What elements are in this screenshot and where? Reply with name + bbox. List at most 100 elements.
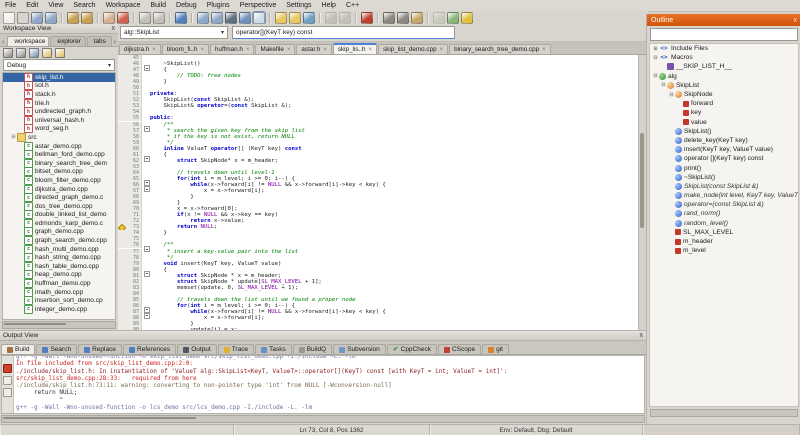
highlight-icon[interactable]	[117, 11, 129, 24]
open-folder-icon[interactable]	[289, 11, 301, 24]
menu-help[interactable]: Help	[317, 2, 341, 9]
expander-icon[interactable]: ⊟	[660, 82, 667, 88]
stop-icon[interactable]	[461, 11, 473, 24]
reload-all-icon[interactable]	[81, 11, 93, 24]
tree-item-huffman-demo-cpp[interactable]: c huffman_demo.cpp	[3, 279, 115, 289]
tree-item-universal-hash-h[interactable]: h universal_hash.h	[3, 115, 115, 125]
menu-perspective[interactable]: Perspective	[235, 2, 282, 9]
back-icon[interactable]	[139, 11, 151, 24]
sidebar-tab-explorer[interactable]: explorer	[50, 36, 86, 46]
collapse-all-icon[interactable]	[3, 47, 13, 58]
outline-item-SkipList-const-SkipList-[interactable]: SkipList(const SkipList &)	[650, 182, 798, 191]
tree-item-binary-search-tree-dem[interactable]: c binary_search_tree_dem	[3, 158, 115, 168]
tree-item-undirected-graph-h[interactable]: h undirected_graph.h	[3, 107, 115, 117]
expander-icon[interactable]: ⊟	[10, 134, 17, 140]
tree-item-imath-demo-cpp[interactable]: c imath_demo.cpp	[3, 287, 115, 297]
menu-settings[interactable]: Settings	[281, 2, 316, 9]
tree-item-hash-table-demo-cpp[interactable]: c hash_table_demo.cpp	[3, 261, 115, 271]
build-icon[interactable]	[433, 11, 445, 24]
expander-icon[interactable]: ⊟	[668, 92, 675, 98]
tree-item-double-linked-list-demo[interactable]: c double_linked_list_demo	[3, 210, 115, 220]
tree-item-word-seg-h[interactable]: h word_seg.h	[3, 124, 115, 134]
outline-item-SL-MAX-LEVEL[interactable]: SL_MAX_LEVEL	[650, 228, 798, 237]
outline-search-input[interactable]	[650, 28, 798, 41]
outline-item-forward[interactable]: forward	[650, 99, 798, 108]
outline-item-key[interactable]: key	[650, 108, 798, 117]
tree-item-hash-string-demo-cpp[interactable]: c hash_string_demo.cpp	[3, 253, 115, 263]
sidebar-tab-tabs[interactable]: tabs	[86, 36, 112, 46]
tree-item-bellman-ford-demo-cpp[interactable]: c bellman_ford_demo.cpp	[3, 150, 115, 160]
output-tab-build[interactable]: Build	[1, 344, 36, 354]
editor-vscrollbar[interactable]	[638, 55, 646, 334]
outline-item-rand-norm-[interactable]: rand_norm()	[650, 209, 798, 218]
editor-tab-huffman-h[interactable]: huffman.h ×	[210, 44, 255, 54]
tab-close-icon[interactable]: ×	[440, 47, 444, 53]
cut-icon[interactable]	[383, 11, 395, 24]
expander-icon[interactable]: ⊟	[652, 55, 659, 61]
tree-item-graph-search-demo-cpp[interactable]: c graph_search_demo.cpp	[3, 236, 115, 246]
find-replace-icon[interactable]	[211, 11, 223, 24]
edit-icon[interactable]	[103, 11, 115, 24]
tab-close-icon[interactable]: ×	[246, 47, 250, 53]
editor-tab-Makefile[interactable]: Makefile ×	[255, 44, 296, 54]
close-file-icon[interactable]	[361, 11, 373, 24]
tab-close-icon[interactable]: ×	[369, 47, 373, 53]
redo-icon[interactable]	[339, 11, 351, 24]
find-icon[interactable]	[197, 11, 209, 24]
build-run-icon[interactable]	[303, 11, 315, 24]
outline-item-print-[interactable]: print()	[650, 163, 798, 172]
menu-cpp[interactable]: C++	[341, 2, 364, 9]
workspace-close-icon[interactable]: x	[112, 25, 116, 32]
outline-item-SkipList[interactable]: ⊟ SkipList	[650, 81, 798, 90]
tree-item-stack-h[interactable]: h stack.h	[3, 89, 115, 99]
tree-item-dijkstra-demo-cpp[interactable]: c dijkstra_demo.cpp	[3, 184, 115, 194]
menu-build[interactable]: Build	[145, 2, 171, 9]
outline-item-operator-KeyT-key-const[interactable]: operator [](KeyT key) const	[650, 154, 798, 163]
bookmark-icon[interactable]	[252, 10, 266, 25]
output-hscrollbar[interactable]	[1, 415, 645, 423]
tree-item-graph-demo-cpp[interactable]: c graph_demo.cpp	[3, 227, 115, 237]
hold-output-icon[interactable]	[3, 388, 12, 397]
tree-item-bitset-demo-cpp[interactable]: c bitset_demo.cpp	[3, 167, 115, 177]
editor-tab-skip-list-demo-cpp[interactable]: skip_list_demo.cpp ×	[378, 44, 449, 54]
forward-icon[interactable]	[153, 11, 165, 24]
goto-line-icon[interactable]	[239, 11, 251, 24]
error-marker-icon[interactable]	[3, 364, 12, 373]
editor-tab-binary-search-tree-demo-cpp[interactable]: binary_search_tree_demo.cpp ×	[449, 44, 551, 54]
scope-select[interactable]: alg::SkipList ▾	[120, 26, 228, 39]
save-all-icon[interactable]	[45, 11, 57, 24]
word-wrap-icon[interactable]	[3, 376, 12, 385]
outline-item-m-header[interactable]: m_header	[650, 237, 798, 246]
tab-scroll-left-icon[interactable]: ‹	[0, 39, 6, 46]
menu-debug[interactable]: Debug	[171, 2, 202, 9]
tab-close-icon[interactable]: ×	[152, 47, 156, 53]
tab-close-icon[interactable]: ×	[287, 47, 291, 53]
undo-icon[interactable]	[325, 11, 337, 24]
workspace-hscrollbar[interactable]	[2, 321, 116, 329]
outline-item-random-level-[interactable]: random_level()	[650, 219, 798, 228]
tab-close-icon[interactable]: ×	[542, 47, 546, 53]
menu-search[interactable]: Search	[68, 2, 100, 9]
folder-collapse-icon[interactable]	[42, 47, 52, 58]
outline-item-delete-key-KeyT-key-[interactable]: delete_key(KeyT key)	[650, 136, 798, 145]
outline-item--SkipList-[interactable]: ~SkipList()	[650, 173, 798, 182]
build-output-log[interactable]: g++ -g -Wall -Wno-unused-function -o ski…	[14, 356, 644, 413]
outline-item-SkipNode[interactable]: ⊟ SkipNode	[650, 90, 798, 99]
tree-item-sol-h[interactable]: h sol.h	[3, 81, 115, 91]
outline-item-Include-Files[interactable]: ⊞ <> Include Files	[650, 44, 798, 53]
menu-file[interactable]: File	[0, 2, 21, 9]
tree-item-integer-demo-cpp[interactable]: c integer_demo.cpp	[3, 304, 115, 314]
tree-item-heap-demo-cpp[interactable]: c heap_demo.cpp	[3, 270, 115, 280]
save-icon[interactable]	[31, 11, 43, 24]
new-folder-icon[interactable]	[275, 11, 287, 24]
outline-item-alg[interactable]: ⊟ alg	[650, 72, 798, 81]
output-tab-buildq[interactable]: BuildQ	[292, 344, 333, 354]
expander-icon[interactable]: ⊟	[652, 73, 659, 79]
new-file-icon[interactable]	[3, 11, 15, 24]
output-close-icon[interactable]: x	[640, 332, 644, 339]
link-editor-icon[interactable]	[16, 47, 26, 58]
copy-icon[interactable]	[397, 11, 409, 24]
tree-item-directed-graph-demo-c[interactable]: c directed_graph_demo.c	[3, 193, 115, 203]
tree-item-dos-tree-demo-cpp[interactable]: c dos_tree_demo.cpp	[3, 201, 115, 211]
expander-icon[interactable]: ⊞	[652, 46, 659, 52]
